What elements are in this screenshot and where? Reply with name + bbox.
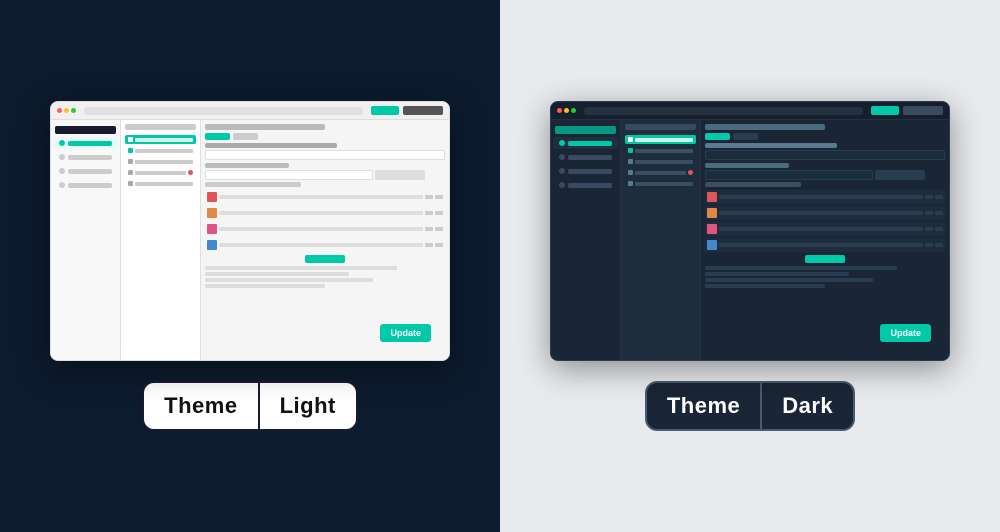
theme-label-dark: Theme — [647, 383, 760, 429]
light-mockup: Update — [50, 101, 450, 361]
theme-mode-light: Light — [260, 383, 356, 429]
theme-label-light: Theme — [144, 383, 257, 429]
theme-mode-dark: Dark — [762, 383, 853, 429]
right-panel: Update Theme Dark — [500, 0, 1000, 532]
dark-mockup: Update — [550, 101, 950, 361]
theme-badge-dark: Theme Dark — [645, 381, 855, 431]
left-panel: Update Theme Light — [0, 0, 500, 532]
mockup-update-button-light[interactable]: Update — [380, 324, 431, 342]
theme-badge-light: Theme Light — [142, 381, 358, 431]
mockup-update-button-dark[interactable]: Update — [880, 324, 931, 342]
